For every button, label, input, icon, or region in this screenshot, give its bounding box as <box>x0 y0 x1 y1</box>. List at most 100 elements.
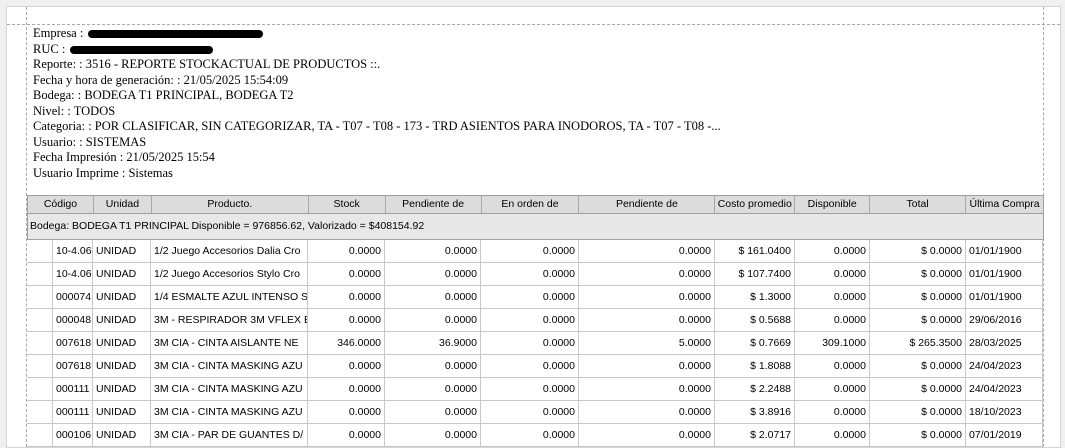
cell-unidad: UNIDAD <box>93 263 151 285</box>
cell-codigo: 007618 <box>53 332 93 354</box>
column-header-codigo[interactable]: Código <box>28 196 94 213</box>
table-row[interactable]: 000048 UNIDAD 3M - RESPIRADOR 3M VFLEX E 0.… <box>27 309 1044 332</box>
cell-ultima-compra: 01/01/1900 <box>966 263 1043 285</box>
cell-costo-promedio: $ 0.7669 <box>715 332 795 354</box>
cell-ultima-compra: 28/03/2025 <box>966 332 1043 354</box>
cell-disponible: 0.0000 <box>795 240 870 262</box>
cell-stock: 346.0000 <box>308 332 385 354</box>
row-indent <box>27 424 53 446</box>
report-page: Empresa : RUC : Reporte: : 3516 - REPORT… <box>6 6 1061 448</box>
cell-disponible: 0.0000 <box>795 263 870 285</box>
page-margin-guide-top <box>7 24 1060 25</box>
cell-unidad: UNIDAD <box>93 332 151 354</box>
cell-disponible: 0.0000 <box>795 286 870 308</box>
report-header: Empresa : RUC : Reporte: : 3516 - REPORT… <box>33 26 1033 181</box>
cell-producto: 3M CIA - CINTA MASKING AZU <box>151 401 308 423</box>
ruc-line: RUC : <box>33 42 1033 58</box>
cell-unidad: UNIDAD <box>93 286 151 308</box>
cell-codigo: 10-4.06 <box>53 263 93 285</box>
cell-pendiente-de-2: 0.0000 <box>579 263 715 285</box>
cell-codigo: 000074 <box>53 286 93 308</box>
cell-ultima-compra: 29/06/2016 <box>966 309 1043 331</box>
redacted-ruc <box>70 45 214 54</box>
cell-ultima-compra: 24/04/2023 <box>966 378 1043 400</box>
cell-pendiente-de-1: 0.0000 <box>385 424 481 446</box>
cell-stock: 0.0000 <box>308 263 385 285</box>
column-header-total[interactable]: Total <box>870 196 967 213</box>
stock-table: Código Unidad Producto. Stock Pendiente de En… <box>27 195 1044 447</box>
cell-pendiente-de-1: 0.0000 <box>385 378 481 400</box>
nivel-line: Nivel: : TODOS <box>33 103 116 118</box>
cell-pendiente-de-1: 0.0000 <box>385 401 481 423</box>
cell-pendiente-de-1: 0.0000 <box>385 309 481 331</box>
fecha-impresion-line: Fecha Impresión : 21/05/2025 15:54 <box>33 150 215 164</box>
cell-stock: 0.0000 <box>308 355 385 377</box>
cell-disponible: 0.0000 <box>795 309 870 331</box>
cell-producto: 3M CIA - PAR DE GUANTES D/ <box>151 424 308 446</box>
row-indent <box>27 309 53 331</box>
cell-pendiente-de-2: 5.0000 <box>579 332 715 354</box>
cell-pendiente-de-2: 0.0000 <box>579 240 715 262</box>
table-row[interactable]: 007618 UNIDAD 3M CIA - CINTA MASKING AZU 0.… <box>27 355 1044 378</box>
cell-stock: 0.0000 <box>308 401 385 423</box>
cell-codigo: 10-4.06 <box>53 240 93 262</box>
table-row[interactable]: 000074 UNIDAD 1/4 ESMALTE AZUL INTENSO S 0.… <box>27 286 1044 309</box>
cell-en-orden-de: 0.0000 <box>481 263 579 285</box>
cell-total: $ 0.0000 <box>870 378 966 400</box>
cell-costo-promedio: $ 3.8916 <box>715 401 795 423</box>
cell-en-orden-de: 0.0000 <box>481 309 579 331</box>
table-row[interactable]: 10-4.06 UNIDAD 1/2 Juego Accesorios Stylo … <box>27 263 1044 286</box>
column-header-pendiente-de-1[interactable]: Pendiente de <box>386 196 482 213</box>
cell-pendiente-de-1: 0.0000 <box>385 263 481 285</box>
table-row[interactable]: 007618 UNIDAD 3M CIA - CINTA AISLANTE NE 34… <box>27 332 1044 355</box>
cell-ultima-compra: 24/04/2023 <box>966 355 1043 377</box>
cell-producto: 3M CIA - CINTA MASKING AZU <box>151 355 308 377</box>
column-header-ultima-compra[interactable]: Última Compra <box>966 196 1043 213</box>
ruc-label: RUC : <box>33 41 66 56</box>
column-header-costo-promedio[interactable]: Costo promedio <box>715 196 796 213</box>
cell-total: $ 0.0000 <box>870 355 966 377</box>
column-header-pendiente-de-2[interactable]: Pendiente de <box>579 196 716 213</box>
cell-unidad: UNIDAD <box>93 424 151 446</box>
cell-unidad: UNIDAD <box>93 401 151 423</box>
cell-unidad: UNIDAD <box>93 378 151 400</box>
row-indent <box>27 263 53 285</box>
column-header-disponible[interactable]: Disponible <box>795 196 871 213</box>
cell-disponible: 0.0000 <box>795 378 870 400</box>
cell-stock: 0.0000 <box>308 378 385 400</box>
cell-costo-promedio: $ 1.8088 <box>715 355 795 377</box>
cell-producto: 3M CIA - CINTA AISLANTE NE <box>151 332 308 354</box>
cell-total: $ 0.0000 <box>870 309 966 331</box>
column-header-stock[interactable]: Stock <box>309 196 386 213</box>
empresa-label: Empresa : <box>33 26 84 40</box>
cell-pendiente-de-1: 0.0000 <box>385 286 481 308</box>
cell-en-orden-de: 0.0000 <box>481 355 579 377</box>
cell-pendiente-de-1: 0.0000 <box>385 240 481 262</box>
cell-total: $ 0.0000 <box>870 424 966 446</box>
table-row[interactable]: 000111 UNIDAD 3M CIA - CINTA MASKING AZU 0.… <box>27 401 1044 424</box>
column-header-en-orden-de[interactable]: En orden de <box>482 196 580 213</box>
row-indent <box>27 240 53 262</box>
column-header-unidad[interactable]: Unidad <box>94 196 152 213</box>
categoria-line: Categoria: : POR CLASIFICAR, SIN CATEGOR… <box>33 119 721 133</box>
table-row[interactable]: 000111 UNIDAD 3M CIA - CINTA MASKING AZU 0.… <box>27 378 1044 401</box>
usuario-line: Usuario: : SISTEMAS <box>33 134 147 149</box>
cell-en-orden-de: 0.0000 <box>481 378 579 400</box>
cell-codigo: 007618 <box>53 355 93 377</box>
cell-stock: 0.0000 <box>308 240 385 262</box>
cell-producto: 1/2 Juego Accesorios Dalia Cro <box>151 240 308 262</box>
column-header-producto[interactable]: Producto. <box>152 196 309 213</box>
cell-costo-promedio: $ 161.0400 <box>715 240 795 262</box>
cell-codigo: 000048 <box>53 309 93 331</box>
cell-costo-promedio: $ 1.3000 <box>715 286 795 308</box>
cell-en-orden-de: 0.0000 <box>481 286 579 308</box>
usuario-imprime-line: Usuario Imprime : Sistemas <box>33 165 173 180</box>
row-indent <box>27 332 53 354</box>
cell-en-orden-de: 0.0000 <box>481 240 579 262</box>
cell-costo-promedio: $ 2.0717 <box>715 424 795 446</box>
cell-disponible: 309.1000 <box>795 332 870 354</box>
cell-pendiente-de-1: 36.9000 <box>385 332 481 354</box>
table-row[interactable]: 10-4.06 UNIDAD 1/2 Juego Accesorios Dalia … <box>27 240 1044 263</box>
cell-producto: 1/2 Juego Accesorios Stylo Cro <box>151 263 308 285</box>
table-body: 10-4.06 UNIDAD 1/2 Juego Accesorios Dalia … <box>27 240 1044 447</box>
